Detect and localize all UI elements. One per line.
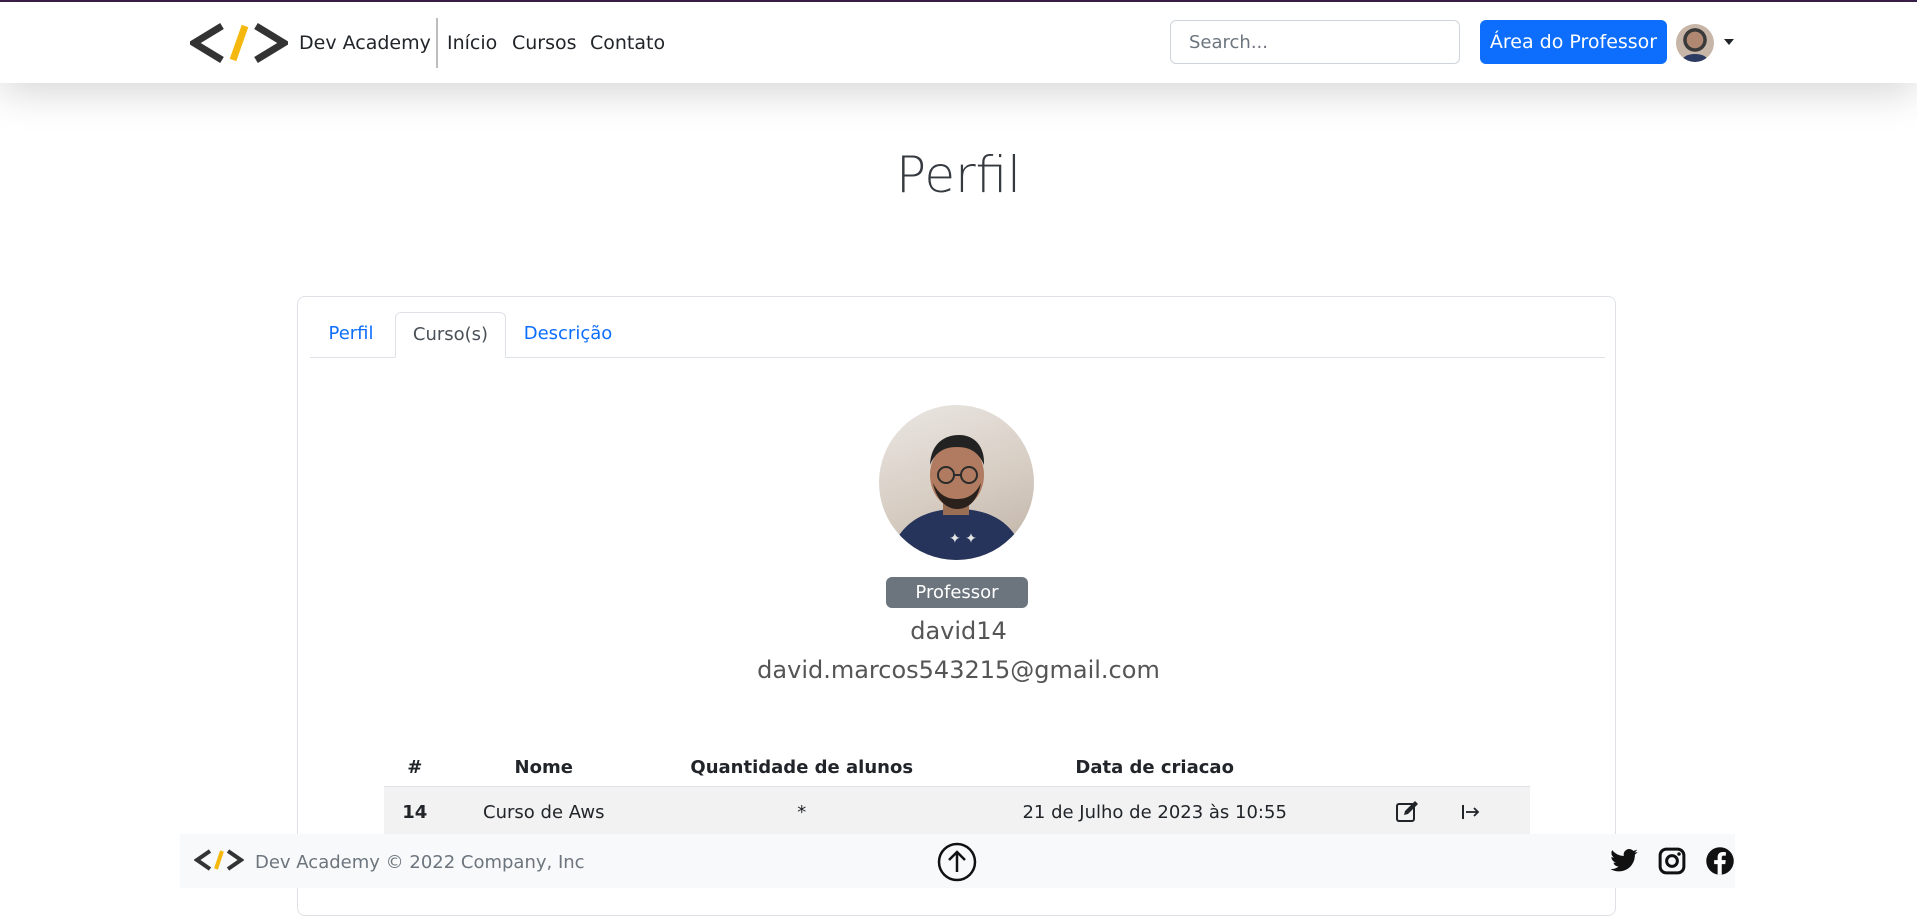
- column-header-actions: [1347, 748, 1530, 787]
- navbar: Dev Academy Início Cursos Contato Área d…: [0, 2, 1917, 83]
- username: david14: [910, 617, 1007, 645]
- brand-name[interactable]: Dev Academy: [299, 32, 431, 54]
- column-header-students: Quantidade de alunos: [641, 748, 962, 787]
- course-id: 14: [384, 786, 446, 837]
- profile-photo: ✦ ✦: [879, 405, 1034, 560]
- nav-link-cursos[interactable]: Cursos: [512, 32, 577, 54]
- chevron-down-icon[interactable]: [1724, 39, 1734, 45]
- tab-cursos[interactable]: Curso(s): [395, 312, 506, 358]
- facebook-icon[interactable]: [1705, 846, 1735, 876]
- course-actions: [1347, 786, 1530, 837]
- search-input[interactable]: [1170, 20, 1460, 64]
- tab-perfil[interactable]: Perfil: [310, 312, 392, 358]
- column-header-id: #: [384, 748, 446, 787]
- code-logo-icon[interactable]: [190, 22, 288, 64]
- code-logo-icon[interactable]: [194, 848, 244, 872]
- nav-link-inicio[interactable]: Início: [447, 32, 497, 54]
- page-title: Perfil: [895, 145, 1022, 204]
- role-badge: Professor: [886, 577, 1028, 608]
- teacher-area-button[interactable]: Área do Professor: [1480, 20, 1667, 64]
- tab-descricao[interactable]: Descrição: [512, 312, 624, 358]
- user-email: david.marcos543215@gmail.com: [757, 656, 1160, 684]
- course-name: Curso de Aws: [445, 786, 642, 837]
- user-avatar[interactable]: [1676, 24, 1714, 62]
- arrow-up-circle-icon[interactable]: [937, 842, 977, 882]
- enter-icon[interactable]: [1458, 799, 1484, 825]
- footer-copyright: Dev Academy © 2022 Company, Inc: [255, 852, 585, 873]
- table-header-row: # Nome Quantidade de alunos Data de cria…: [384, 748, 1530, 787]
- twitter-icon[interactable]: [1609, 846, 1639, 876]
- footer: Dev Academy © 2022 Company, Inc: [180, 834, 1735, 888]
- table-row: 14 Curso de Aws * 21 de Julho de 2023 às…: [384, 786, 1530, 837]
- svg-text:✦ ✦: ✦ ✦: [949, 531, 977, 547]
- course-created: 21 de Julho de 2023 às 10:55: [961, 786, 1348, 837]
- courses-table: # Nome Quantidade de alunos Data de cria…: [384, 748, 1530, 837]
- instagram-icon[interactable]: [1657, 846, 1687, 876]
- nav-divider: [436, 18, 438, 68]
- nav-link-contato[interactable]: Contato: [590, 32, 665, 54]
- edit-icon[interactable]: [1394, 799, 1420, 825]
- person-photo-icon: ✦ ✦: [889, 435, 1025, 560]
- course-students: *: [641, 786, 962, 837]
- column-header-created: Data de criacao: [961, 748, 1348, 787]
- column-header-name: Nome: [445, 748, 642, 787]
